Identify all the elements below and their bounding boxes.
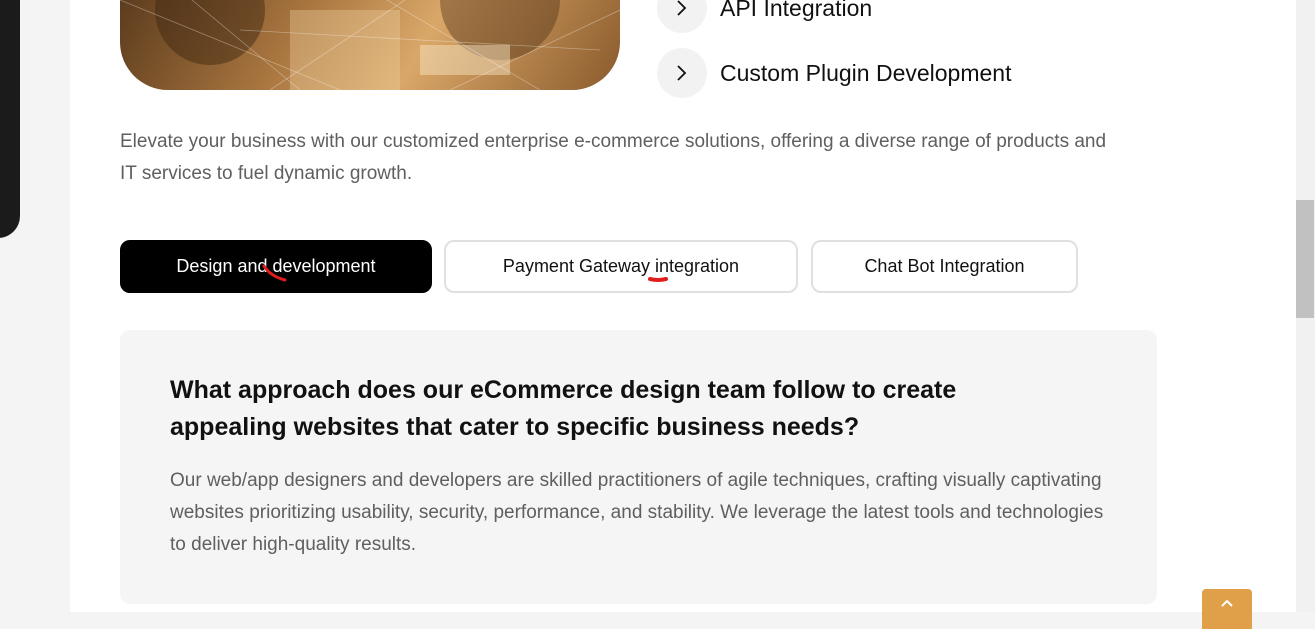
chevron-right-icon [657,48,707,98]
faq-answer: Our web/app designers and developers are… [170,470,1104,555]
feature-item-api-integration: API Integration [657,0,872,33]
hero-image [120,0,620,90]
faq-question: What approach does our eCommerce design … [170,376,957,441]
chevron-right-icon [657,0,707,33]
chevron-up-icon [1221,599,1233,607]
tab-chat-bot-integration[interactable]: Chat Bot Integration [811,240,1078,293]
feature-item-custom-plugin-development: Custom Plugin Development [657,48,1011,98]
scrollbar-thumb[interactable] [1296,200,1314,318]
feature-label: Custom Plugin Development [720,59,1012,86]
feature-label: API Integration [720,0,873,21]
red-annotation-mark [262,264,287,282]
decorative-dark-shape [0,0,20,238]
intro-paragraph: Elevate your business with our customize… [120,131,1107,184]
red-annotation-mark [648,277,668,282]
back-to-top-button[interactable] [1202,589,1252,629]
faq-card: What approach does our eCommerce design … [120,330,1157,604]
tab-payment-gateway-integration[interactable]: Payment Gateway integration [444,240,798,293]
